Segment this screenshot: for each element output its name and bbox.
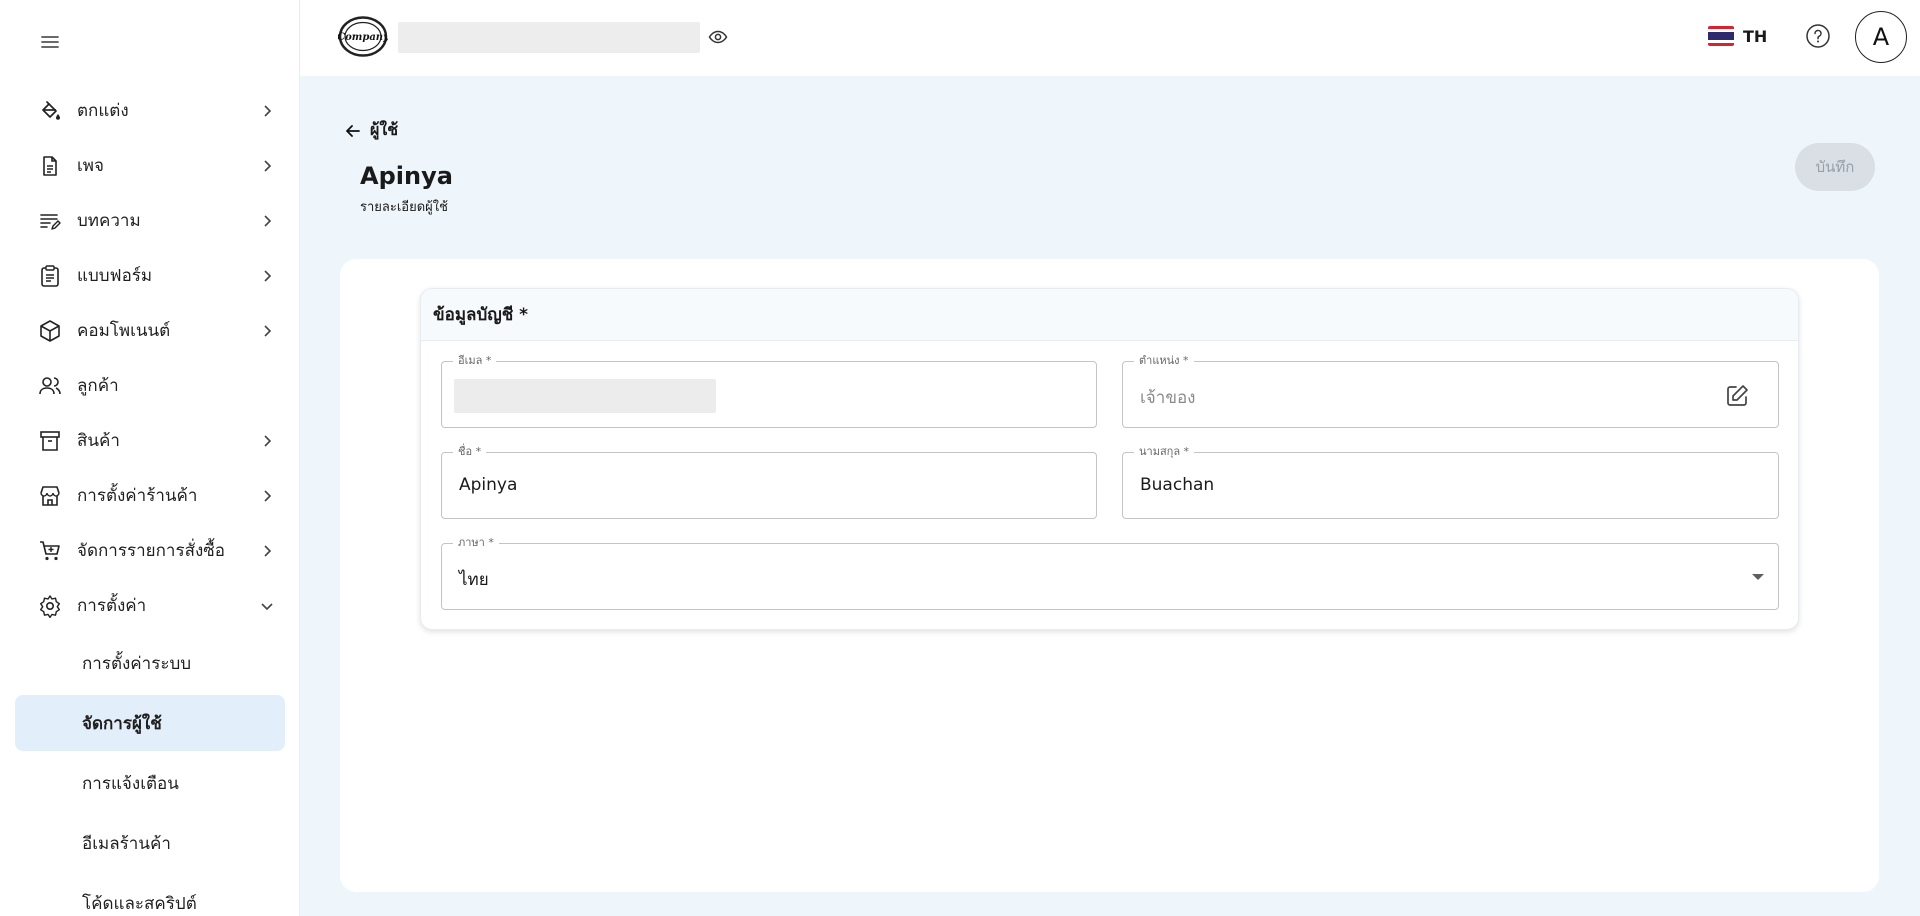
submenu-item-label: จัดการผู้ใช้ <box>82 713 162 734</box>
sidebar-item-decorate[interactable]: ตกแต่ง <box>0 83 299 138</box>
save-button[interactable]: บันทึก <box>1795 143 1875 191</box>
position-field[interactable]: ตำแหน่ง * เจ้าของ <box>1122 353 1779 428</box>
eye-icon[interactable] <box>708 27 728 47</box>
back-link[interactable]: ผู้ใช้ <box>344 118 398 143</box>
position-value: เจ้าของ <box>1140 388 1196 408</box>
email-field[interactable]: อีเมล * <box>441 353 1097 428</box>
chevron-right-icon <box>264 159 272 172</box>
submenu-item-notifications[interactable]: การแจ้งเตือน <box>15 755 285 811</box>
avatar-letter: A <box>1872 23 1890 51</box>
account-info-card: ข้อมูลบัญชี * อีเมล * ตำแหน่ง * เจ้าของ … <box>420 288 1799 630</box>
submenu-item-label: การแจ้งเตือน <box>82 773 179 794</box>
submenu-item-label: การตั้งค่าระบบ <box>82 653 192 674</box>
top-bar: Company TH A <box>300 0 1920 76</box>
product-icon <box>40 430 60 451</box>
chevron-right-icon <box>264 489 272 502</box>
sidebar-item-label: คอมโพเนนต์ <box>77 321 171 341</box>
chevron-down-icon <box>261 602 273 610</box>
chevron-right-icon <box>264 214 272 227</box>
chevron-right-icon <box>264 104 272 117</box>
main-content: ผู้ใช้ Apinya รายละเอียดผู้ใช้ บันทึก ข้… <box>300 76 1920 916</box>
sidebar-item-label: แบบฟอร์ม <box>77 266 153 286</box>
sidebar-item-products[interactable]: สินค้า <box>0 413 299 468</box>
sidebar-item-label: ลูกค้า <box>77 376 119 396</box>
sidebar-item-settings[interactable]: การตั้งค่า <box>0 578 299 633</box>
page-subtitle: รายละเอียดผู้ใช้ <box>360 200 448 215</box>
dropdown-arrow-icon <box>1752 574 1764 580</box>
back-label: ผู้ใช้ <box>370 120 399 139</box>
paint-bucket-icon <box>42 100 60 120</box>
sidebar-item-customers[interactable]: ลูกค้า <box>0 358 299 413</box>
avatar[interactable]: A <box>1855 11 1907 63</box>
arrow-left-icon <box>346 124 360 137</box>
component-icon <box>40 319 60 342</box>
settings-submenu: การตั้งค่าระบบ จัดการผู้ใช้ การแจ้งเตือน… <box>0 635 299 916</box>
chevron-right-icon <box>264 544 272 557</box>
sidebar-item-label: การตั้งค่าร้านค้า <box>77 486 198 506</box>
sidebar-item-pages[interactable]: เพจ <box>0 138 299 193</box>
sidebar-item-label: ตกแต่ง <box>77 101 129 121</box>
language-value: ไทย <box>459 570 489 590</box>
language-code: TH <box>1743 26 1768 46</box>
card-title: ข้อมูลบัญชี * <box>433 305 529 325</box>
first-name-field[interactable]: ชื่อ * Apinya <box>441 444 1097 519</box>
edit-icon[interactable] <box>1724 383 1750 409</box>
language-select[interactable]: ภาษา * ไทย <box>441 535 1779 610</box>
sidebar-item-label: บทความ <box>77 211 141 231</box>
sidebar-item-store-settings[interactable]: การตั้งค่าร้านค้า <box>0 468 299 523</box>
chevron-right-icon <box>264 434 272 447</box>
site-name-placeholder <box>398 22 700 53</box>
submenu-item-code-scripts[interactable]: โค้ดและสคริปต์ <box>15 875 285 916</box>
language-switcher[interactable]: TH <box>1708 24 1767 48</box>
help-icon[interactable] <box>1805 23 1831 49</box>
first-name-label: ชื่อ * <box>453 444 487 460</box>
chevron-right-icon <box>264 324 272 337</box>
sidebar-item-forms[interactable]: แบบฟอร์ม <box>0 248 299 303</box>
sidebar-item-label: เพจ <box>77 156 104 176</box>
menu-icon[interactable] <box>38 30 62 54</box>
content-panel: ข้อมูลบัญชี * อีเมล * ตำแหน่ง * เจ้าของ … <box>340 259 1879 892</box>
sidebar-item-orders[interactable]: จัดการรายการสั่งซื้อ <box>0 523 299 578</box>
form-icon <box>41 264 59 287</box>
article-icon <box>40 213 61 230</box>
sidebar-item-articles[interactable]: บทความ <box>0 193 299 248</box>
cart-icon <box>40 540 60 560</box>
page-icon <box>43 155 57 176</box>
thai-flag-icon <box>1708 26 1734 46</box>
last-name-label: นามสกุล * <box>1134 444 1195 460</box>
submenu-item-system-settings[interactable]: การตั้งค่าระบบ <box>15 635 285 691</box>
last-name-field[interactable]: นามสกุล * Buachan <box>1122 444 1779 519</box>
email-value-placeholder <box>454 379 716 413</box>
sidebar-item-label: การตั้งค่า <box>77 596 147 616</box>
sidebar: ตกแต่ง เพจ บทความ แบบฟอร์ม คอมโพเนนต์ ลู… <box>0 0 300 916</box>
language-label: ภาษา * <box>453 535 499 551</box>
chevron-right-icon <box>264 269 272 282</box>
sidebar-item-label: จัดการรายการสั่งซื้อ <box>77 541 226 561</box>
sidebar-nav: ตกแต่ง เพจ บทความ แบบฟอร์ม คอมโพเนนต์ ลู… <box>0 83 299 916</box>
store-icon <box>40 485 60 506</box>
first-name-value: Apinya <box>459 475 518 495</box>
sidebar-item-label: สินค้า <box>77 431 120 451</box>
position-label: ตำแหน่ง * <box>1134 353 1194 369</box>
submenu-item-user-management[interactable]: จัดการผู้ใช้ <box>15 695 285 751</box>
submenu-item-label: อีเมลร้านค้า <box>82 833 171 854</box>
customers-icon <box>39 376 61 394</box>
submenu-item-label: โค้ดและสคริปต์ <box>82 893 197 914</box>
logo-text: Company <box>338 32 388 43</box>
card-header: ข้อมูลบัญชี * <box>421 289 1798 341</box>
email-label: อีเมล * <box>453 353 497 369</box>
company-logo[interactable]: Company <box>337 15 390 58</box>
gear-icon <box>40 594 60 618</box>
page-title: Apinya <box>360 162 453 190</box>
last-name-value: Buachan <box>1140 475 1215 495</box>
sidebar-item-components[interactable]: คอมโพเนนต์ <box>0 303 299 358</box>
submenu-item-store-email[interactable]: อีเมลร้านค้า <box>15 815 285 871</box>
